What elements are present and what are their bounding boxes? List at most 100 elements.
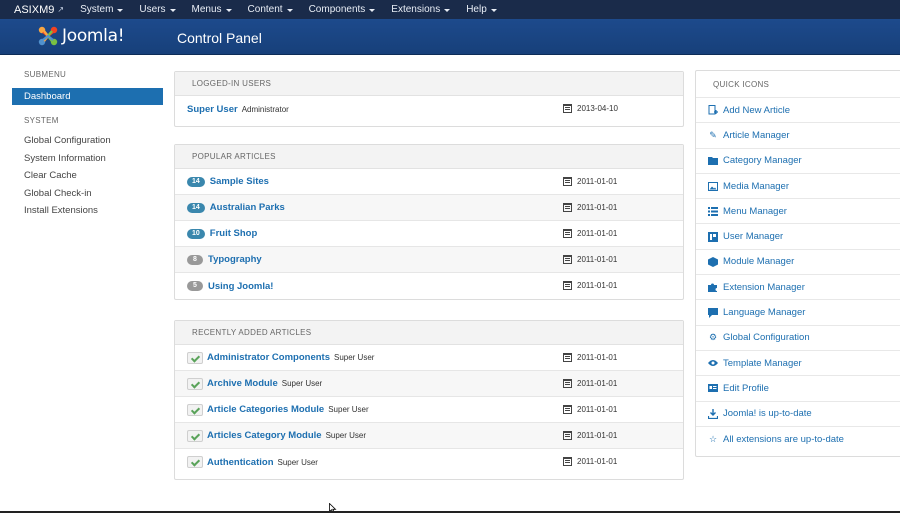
sidebar-item-system-information[interactable]: System Information xyxy=(12,150,163,168)
calendar-icon xyxy=(563,281,572,290)
menu-components[interactable]: Components xyxy=(301,0,384,19)
table-row: 10 Fruit Shop 2011-01-01 xyxy=(175,221,683,247)
quick-icon-global-configuration[interactable]: ⚙ Global Configuration xyxy=(696,324,900,350)
article-date: 2011-01-01 xyxy=(563,229,617,238)
user-name-link[interactable]: Super User xyxy=(187,104,238,115)
article-link[interactable]: Using Joomla! xyxy=(208,281,273,292)
quick-icon-extension-manager[interactable]: Extension Manager xyxy=(696,274,900,299)
menu-menus[interactable]: Menus xyxy=(184,0,240,19)
article-link[interactable]: Fruit Shop xyxy=(210,228,258,239)
date-text: 2011-01-01 xyxy=(577,457,618,466)
published-check-icon[interactable] xyxy=(187,377,203,390)
published-check-icon[interactable] xyxy=(187,429,203,442)
menu-users[interactable]: Users xyxy=(131,0,183,19)
quick-icon-user-manager[interactable]: User Manager xyxy=(696,223,900,248)
published-check-icon[interactable] xyxy=(187,403,203,416)
article-link[interactable]: Authentication xyxy=(207,457,274,468)
table-row: 8 Typography 2011-01-01 xyxy=(175,247,683,273)
quick-icon-module-manager[interactable]: Module Manager xyxy=(696,248,900,274)
calendar-icon xyxy=(563,229,572,238)
article-link[interactable]: Administrator Components xyxy=(207,352,330,363)
article-link[interactable]: Australian Parks xyxy=(210,202,285,213)
puzzle-icon xyxy=(708,282,718,293)
quick-icon-extensions-update[interactable]: ☆ All extensions are up-to-date xyxy=(696,425,900,451)
article-link[interactable]: Archive Module xyxy=(207,378,278,389)
date-text: 2013-04-10 xyxy=(577,104,618,113)
table-row: 14 Sample Sites 2011-01-01 xyxy=(175,169,683,195)
menu-label: Content xyxy=(247,4,283,15)
sidebar-item-install-extensions[interactable]: Install Extensions xyxy=(12,202,163,220)
sidebar-item-clear-cache[interactable]: Clear Cache xyxy=(12,167,163,185)
hits-badge: 5 xyxy=(187,281,203,291)
article-author: Super User xyxy=(281,379,323,388)
article-date: 2011-01-01 xyxy=(563,353,617,362)
article-author: Super User xyxy=(277,457,318,467)
table-row: Articles Category Module Super User 2011… xyxy=(175,423,683,449)
date-text: 2011-01-01 xyxy=(577,281,618,290)
external-link-icon: ↗ xyxy=(57,5,65,14)
logo-text: Joomla! xyxy=(62,26,125,46)
cube-icon xyxy=(708,256,718,267)
quick-icon-label: Article Manager xyxy=(723,129,790,141)
sidebar-item-global-configuration[interactable]: Global Configuration xyxy=(12,132,163,150)
published-check-icon[interactable] xyxy=(187,351,203,364)
recent-articles-panel: RECENTLY ADDED ARTICLES Administrator Co… xyxy=(174,320,684,480)
quick-icon-language-manager[interactable]: Language Manager xyxy=(696,299,900,324)
published-check-icon[interactable] xyxy=(187,456,203,468)
calendar-icon xyxy=(563,255,572,264)
quick-icon-add-new-article[interactable]: Add New Article xyxy=(696,97,900,122)
article-link[interactable]: Sample Sites xyxy=(210,176,269,187)
quick-icon-label: Template Manager xyxy=(723,357,802,369)
menu-label: Extensions xyxy=(391,4,441,15)
quick-icon-label: Category Manager xyxy=(723,155,802,167)
date-text: 2011-01-01 xyxy=(577,431,618,440)
folder-icon xyxy=(708,156,718,166)
calendar-icon xyxy=(563,203,572,212)
article-link[interactable]: Articles Category Module xyxy=(207,430,322,441)
article-date: 2011-01-01 xyxy=(563,203,617,212)
quick-icon-category-manager[interactable]: Category Manager xyxy=(696,147,900,173)
quick-icon-article-manager[interactable]: ✎ Article Manager xyxy=(696,122,900,147)
quick-icon-label: Extension Manager xyxy=(723,281,805,293)
quick-icon-label: Media Manager xyxy=(723,180,790,192)
table-row: Administrator Components Super User 2011… xyxy=(175,345,683,371)
menu-content[interactable]: Content xyxy=(240,0,301,19)
article-link[interactable]: Article Categories Module xyxy=(207,404,324,415)
menu-system[interactable]: System xyxy=(72,0,131,19)
calendar-icon xyxy=(563,177,572,186)
article-author: Super User xyxy=(325,431,367,440)
site-name: ASIXM9 xyxy=(14,3,55,16)
date-text: 2011-01-01 xyxy=(577,353,618,362)
quick-icon-template-manager[interactable]: Template Manager xyxy=(696,349,900,375)
sidebar-item-global-checkin[interactable]: Global Check-in xyxy=(12,185,163,203)
user-role: Administrator xyxy=(241,104,289,114)
menu-help[interactable]: Help xyxy=(458,0,505,19)
quick-icon-edit-profile[interactable]: Edit Profile xyxy=(696,375,900,400)
site-name-link[interactable]: ASIXM9 ↗ xyxy=(0,4,72,16)
sidebar-item-dashboard[interactable]: Dashboard xyxy=(12,88,163,105)
table-row: Archive Module Super User 2011-01-01 xyxy=(175,371,683,397)
system-heading: SYSTEM xyxy=(24,116,59,125)
table-row: 14 Australian Parks 2011-01-01 xyxy=(175,195,683,221)
vcard-icon xyxy=(708,383,718,393)
date-text: 2011-01-01 xyxy=(577,255,618,264)
table-row: Authentication Super User 2011-01-01 xyxy=(175,449,683,475)
pencil-icon: ✎ xyxy=(709,129,717,140)
quick-icon-menu-manager[interactable]: Menu Manager xyxy=(696,198,900,223)
panel-heading: QUICK ICONS xyxy=(713,79,770,89)
article-link[interactable]: Typography xyxy=(208,254,262,265)
joomla-logo-icon xyxy=(38,26,58,46)
hits-badge: 8 xyxy=(187,254,203,265)
quick-icon-label: Module Manager xyxy=(723,256,795,268)
table-row: Article Categories Module Super User 201… xyxy=(175,397,683,423)
download-icon xyxy=(708,408,718,419)
eye-icon xyxy=(708,358,718,368)
joomla-logo[interactable]: Joomla! xyxy=(37,25,125,47)
quick-icon-joomla-update[interactable]: Joomla! is up-to-date xyxy=(696,400,900,426)
quick-icon-media-manager[interactable]: Media Manager xyxy=(696,172,900,198)
date-text: 2011-01-01 xyxy=(577,203,618,212)
quick-icon-label: Language Manager xyxy=(723,307,806,319)
menu-extensions[interactable]: Extensions xyxy=(383,0,458,19)
date-text: 2011-01-01 xyxy=(577,177,618,186)
calendar-icon xyxy=(563,379,572,388)
